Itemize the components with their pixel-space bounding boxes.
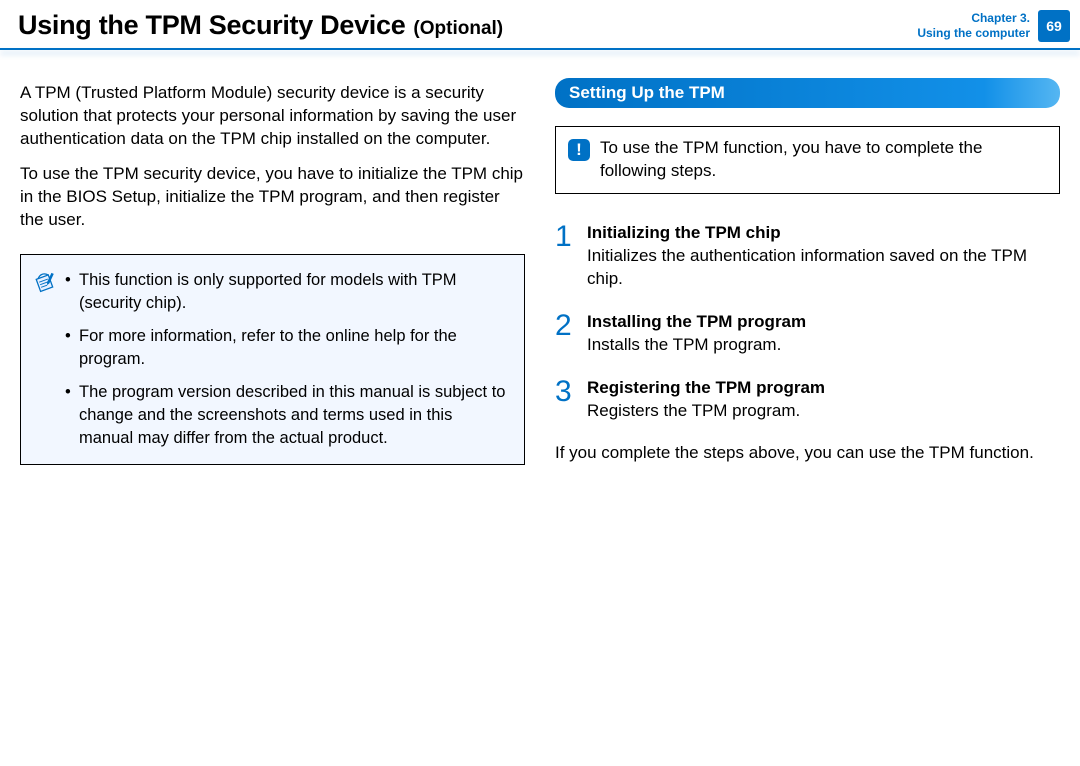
step-row: 3 Registering the TPM program Registers … xyxy=(555,377,1060,423)
step-row: 1 Initializing the TPM chip Initializes … xyxy=(555,222,1060,291)
closing-text: If you complete the steps above, you can… xyxy=(555,442,1060,465)
divider xyxy=(0,48,1080,50)
note-item: The program version described in this ma… xyxy=(65,381,510,450)
step-number: 2 xyxy=(555,311,573,341)
divider-wrapper xyxy=(0,48,1080,64)
chapter-line1: Chapter 3. xyxy=(917,11,1030,26)
note-item: For more information, refer to the onlin… xyxy=(65,325,510,371)
alert-box: ! To use the TPM function, you have to c… xyxy=(555,126,1060,194)
page-title: Using the TPM Security Device xyxy=(18,10,405,41)
step-title: Installing the TPM program xyxy=(587,311,1060,334)
step-number: 3 xyxy=(555,377,573,407)
section-heading: Setting Up the TPM xyxy=(555,78,1060,108)
chapter-block: Chapter 3. Using the computer 69 xyxy=(917,10,1070,42)
left-column: A TPM (Trusted Platform Module) security… xyxy=(20,82,525,477)
step-title: Registering the TPM program xyxy=(587,377,1060,400)
title-block: Using the TPM Security Device (Optional) xyxy=(18,10,503,41)
alert-text: To use the TPM function, you have to com… xyxy=(600,137,1047,183)
step-title: Initializing the TPM chip xyxy=(587,222,1060,245)
page-title-suffix: (Optional) xyxy=(413,18,503,40)
step-desc: Initializes the authentication informati… xyxy=(587,245,1060,291)
step-desc: Installs the TPM program. xyxy=(587,334,1060,357)
page-header: Using the TPM Security Device (Optional)… xyxy=(0,0,1080,42)
step-body: Registering the TPM program Registers th… xyxy=(587,377,1060,423)
step-desc: Registers the TPM program. xyxy=(587,400,1060,423)
step-row: 2 Installing the TPM program Installs th… xyxy=(555,311,1060,357)
content-area: A TPM (Trusted Platform Module) security… xyxy=(0,64,1080,477)
note-list: This function is only supported for mode… xyxy=(65,269,510,451)
alert-icon: ! xyxy=(568,139,590,161)
note-item: This function is only supported for mode… xyxy=(65,269,510,315)
chapter-line2: Using the computer xyxy=(917,26,1030,41)
page-number: 69 xyxy=(1038,10,1070,42)
right-column: Setting Up the TPM ! To use the TPM func… xyxy=(555,82,1060,477)
intro-paragraph-2: To use the TPM security device, you have… xyxy=(20,163,525,232)
note-box: This function is only supported for mode… xyxy=(20,254,525,466)
intro-paragraph-1: A TPM (Trusted Platform Module) security… xyxy=(20,82,525,151)
note-icon xyxy=(33,271,57,293)
step-body: Initializing the TPM chip Initializes th… xyxy=(587,222,1060,291)
step-number: 1 xyxy=(555,222,573,252)
step-body: Installing the TPM program Installs the … xyxy=(587,311,1060,357)
chapter-text: Chapter 3. Using the computer xyxy=(917,11,1030,41)
